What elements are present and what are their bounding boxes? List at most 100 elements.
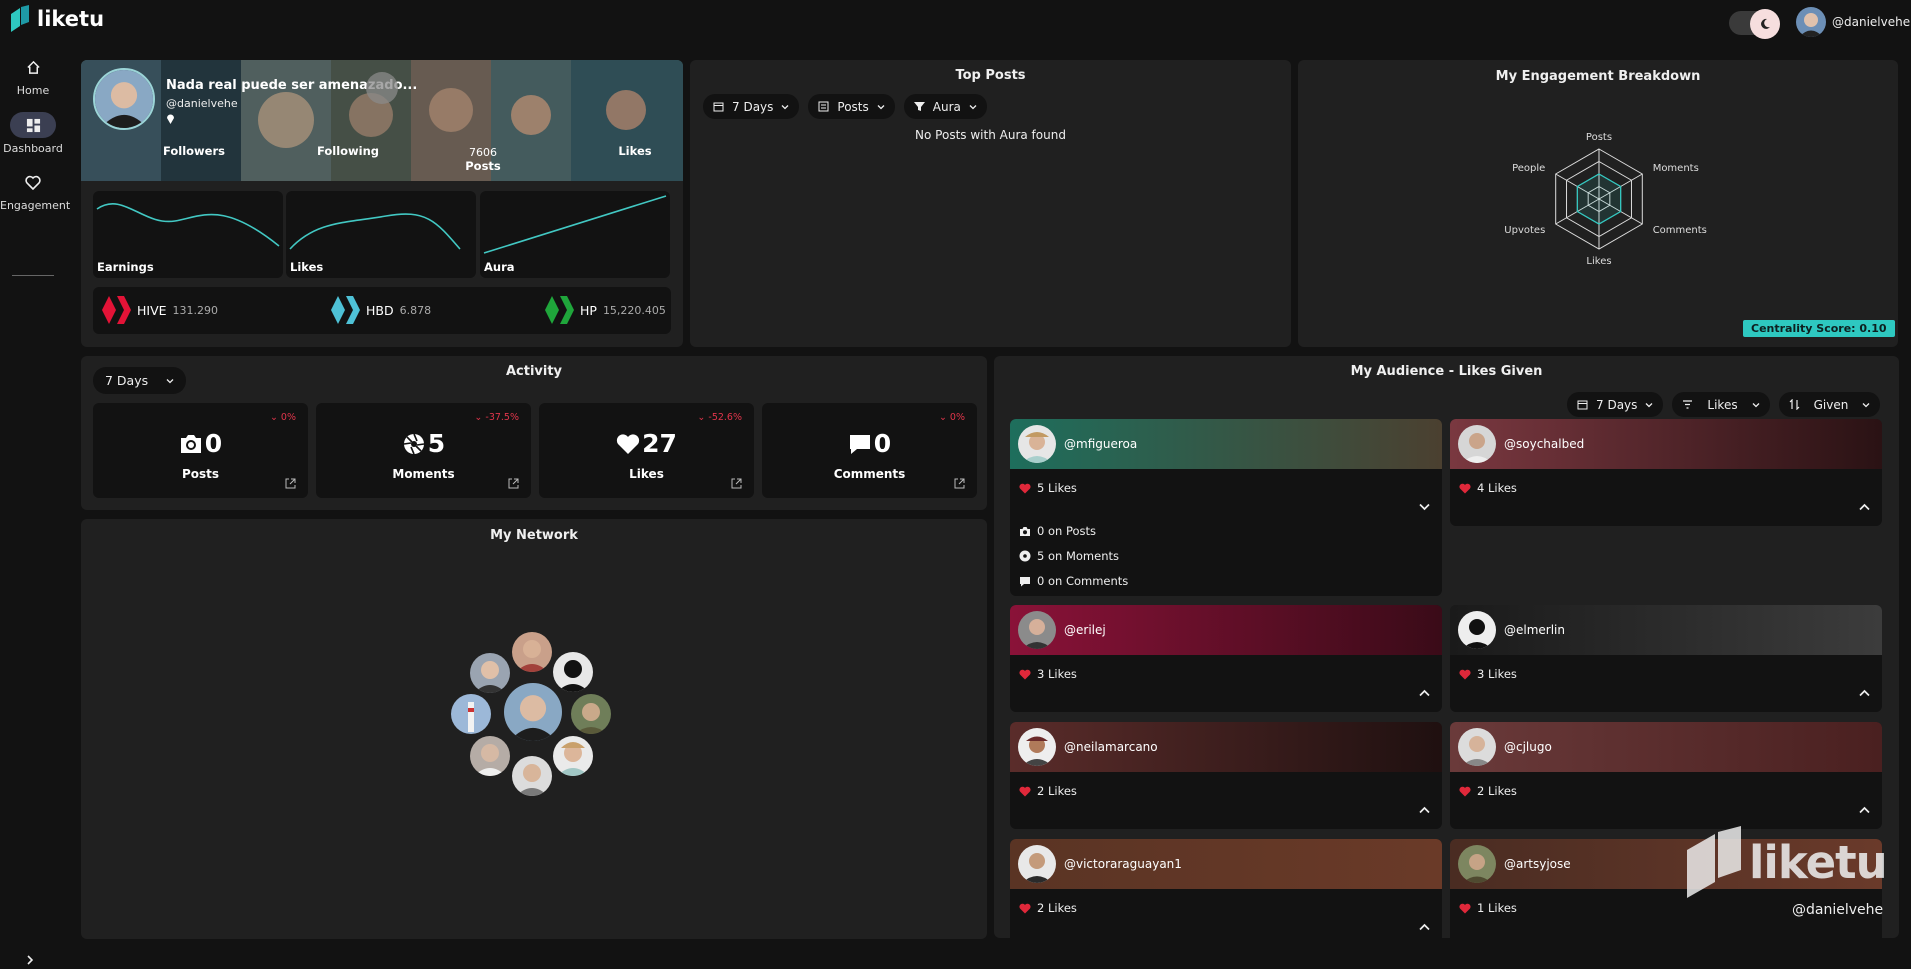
radar-axis-label: Posts [1586, 132, 1612, 143]
external-link-icon[interactable] [731, 478, 742, 489]
chevron-up-icon[interactable] [1419, 923, 1430, 931]
change-indicator: ⌄ -37.5% [474, 412, 519, 423]
aura-filter[interactable]: Aura [903, 94, 987, 119]
centrality-score-badge: Centrality Score: 0.10 [1743, 320, 1895, 337]
network-avatar[interactable] [551, 734, 595, 778]
moon-icon[interactable] [1750, 9, 1780, 39]
following-stat[interactable]: Following [298, 144, 398, 158]
activity-title: Activity [505, 364, 563, 379]
camera-icon [1020, 526, 1030, 536]
engagement-panel: My Engagement Breakdown Posts Moments Comm… [1298, 60, 1898, 347]
nav-home[interactable]: Home [0, 54, 66, 97]
audience-title: My Audience - Likes Given [1350, 364, 1543, 379]
heart-icon [616, 433, 640, 454]
audience-card-mfigueroa[interactable]: @mfigueroa 5 Likes 0 on Posts 5 on Momen… [1010, 419, 1442, 596]
network-avatar[interactable] [551, 650, 595, 694]
watermark-brand: liketu [1749, 836, 1888, 889]
audience-metric-filter[interactable]: Likes [1672, 392, 1770, 417]
audience-card-soychalbed[interactable]: @soychalbed 4 Likes [1450, 419, 1882, 526]
hive-balance[interactable]: HIVE 131.290 [101, 296, 218, 324]
network-avatar[interactable] [569, 692, 613, 736]
network-avatar[interactable] [449, 692, 493, 736]
audience-days-filter[interactable]: 7 Days [1567, 392, 1664, 417]
audience-card-elmerlin[interactable]: @elmerlin 3 Likes [1450, 605, 1882, 712]
chevron-down-icon [781, 104, 789, 109]
aura-chart [483, 195, 667, 254]
avatar [1796, 7, 1826, 37]
location-pin-icon [167, 114, 174, 124]
audience-card-header: @elmerlin [1450, 605, 1882, 655]
audience-card-erilej[interactable]: @erilej 3 Likes [1010, 605, 1442, 712]
avatar [1458, 845, 1496, 883]
audience-card-header: @neilamarcano [1010, 722, 1442, 772]
heart-icon [1019, 483, 1031, 493]
audience-card-header: @victoraraguayan1 [1010, 839, 1442, 889]
chevron-down-icon [166, 378, 174, 383]
activity-card-posts[interactable]: ⌄ 0% 0 Posts [93, 403, 308, 498]
chevron-up-icon[interactable] [1419, 689, 1430, 697]
network-avatar[interactable] [468, 734, 512, 778]
hp-balance[interactable]: HP 15,220.405 [544, 296, 666, 324]
empty-state: No Posts with Aura found [915, 128, 1066, 142]
external-link-icon[interactable] [954, 478, 965, 489]
audience-card-cjlugo[interactable]: @cjlugo 2 Likes [1450, 722, 1882, 829]
camera-icon[interactable] [366, 72, 398, 104]
activity-card-comments[interactable]: ⌄ 0% 0 Comments [762, 403, 977, 498]
profile-banner[interactable]: Nada real puede ser amenazado... @daniel… [81, 60, 683, 181]
chevron-up-icon[interactable] [1859, 503, 1870, 511]
days-filter[interactable]: 7 Days [703, 94, 800, 119]
external-link-icon[interactable] [285, 478, 296, 489]
activity-days-dropdown[interactable]: 7 Days [93, 367, 187, 394]
comment-icon [849, 434, 870, 454]
home-icon [10, 54, 56, 80]
chevron-down-icon [1862, 402, 1870, 407]
chevron-up-icon[interactable] [1859, 806, 1870, 814]
likes-stat[interactable]: Likes [605, 144, 665, 158]
type-filter[interactable]: Posts [808, 94, 895, 119]
user-menu[interactable]: @danielvehe [1796, 7, 1910, 37]
calendar-icon [1577, 400, 1588, 410]
activity-card-likes[interactable]: ⌄ -52.6% 27 Likes [539, 403, 754, 498]
network-center-avatar[interactable] [502, 681, 564, 743]
hbd-balance[interactable]: HBD 6.878 [330, 296, 431, 324]
nav-dashboard[interactable]: Dashboard [0, 112, 66, 155]
heart-icon [1019, 786, 1031, 796]
posts-stat[interactable]: 7606 Posts [453, 146, 513, 173]
radar-axis-label: Likes [1586, 256, 1611, 267]
audience-card-neilamarcano[interactable]: @neilamarcano 2 Likes [1010, 722, 1442, 829]
top-posts-title: Top Posts [955, 68, 1026, 83]
chevron-down-icon [1752, 402, 1760, 407]
chevron-down-icon[interactable] [1419, 503, 1430, 511]
profile-panel: Nada real puede ser amenazado... @daniel… [81, 60, 683, 347]
external-link-icon[interactable] [508, 478, 519, 489]
hbd-icon [331, 296, 360, 324]
network-avatar[interactable] [510, 630, 554, 674]
likes-sparkline[interactable]: Likes [286, 191, 476, 278]
liketu-logo-icon [11, 5, 29, 32]
chevron-right-icon[interactable] [24, 954, 36, 969]
profile-avatar[interactable] [93, 68, 155, 130]
nav-engagement[interactable]: Engagement [0, 169, 70, 212]
wallet-balances: HIVE 131.290 HBD 6.878 HP 15,220.405 [93, 287, 671, 334]
aura-sparkline[interactable]: Aura [480, 191, 670, 278]
heart-icon [1459, 669, 1471, 679]
network-panel: My Network [81, 519, 987, 939]
activity-card-moments[interactable]: ⌄ -37.5% 5 Moments [316, 403, 531, 498]
chevron-up-icon[interactable] [1419, 806, 1430, 814]
sidebar-divider [12, 275, 54, 276]
network-avatar[interactable] [510, 754, 554, 798]
chevron-down-icon [877, 104, 885, 109]
sidebar: Home Dashboard Engagement [0, 48, 70, 965]
liketu-logo[interactable]: liketu [9, 5, 104, 33]
audience-card-victoraraguayan1[interactable]: @victoraraguayan1 2 Likes [1010, 839, 1442, 946]
network-avatar[interactable] [468, 651, 512, 695]
followers-stat[interactable]: Followers [144, 144, 244, 158]
change-indicator: ⌄ -52.6% [697, 412, 742, 423]
top-posts-panel: Top Posts 7 Days Posts Aura No Posts wit… [690, 60, 1291, 347]
earnings-sparkline[interactable]: Earnings [93, 191, 283, 278]
audience-card-header: @cjlugo [1450, 722, 1882, 772]
audience-card-header: @soychalbed [1450, 419, 1882, 469]
chevron-up-icon[interactable] [1859, 689, 1870, 697]
calendar-icon [713, 102, 724, 112]
audience-direction-filter[interactable]: Given [1778, 392, 1881, 417]
